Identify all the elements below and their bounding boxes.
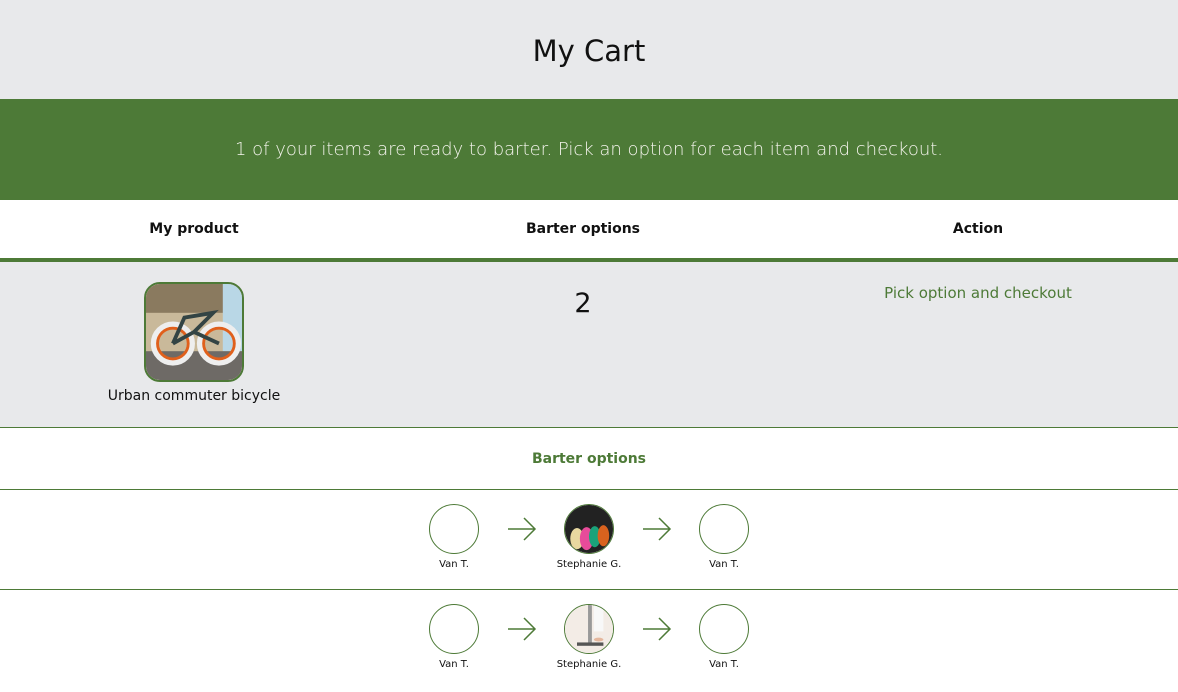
barter-participant: Van T.	[409, 504, 499, 570]
arrow-right-icon	[634, 504, 679, 554]
page-header: My Cart	[0, 0, 1178, 99]
barter-participant: Stephanie G.	[544, 504, 634, 570]
participant-name: Van T.	[709, 659, 739, 670]
column-header-product: My product	[149, 221, 239, 237]
pick-option-checkout-link[interactable]: Pick option and checkout	[778, 262, 1178, 427]
participant-name: Van T.	[439, 559, 469, 570]
column-header-action: Action	[952, 221, 1004, 237]
table-header: My product Barter options Action	[0, 200, 1178, 262]
participant-name: Van T.	[709, 559, 739, 570]
participant-name: Van T.	[439, 659, 469, 670]
barter-options-title: Barter options	[0, 428, 1178, 490]
barter-participant: Van T.	[679, 504, 769, 570]
ready-banner: 1 of your items are ready to barter. Pic…	[0, 99, 1178, 200]
arrow-right-icon	[499, 604, 544, 654]
product-name: Urban commuter bicycle	[107, 388, 281, 404]
barter-participant: Stephanie G.	[544, 604, 634, 670]
barter-option-chain[interactable]: Van T. Stephanie G. Van T.	[0, 590, 1178, 690]
arrow-right-icon	[499, 504, 544, 554]
barter-option-chain[interactable]: Van T. Stephanie G. Van T.	[0, 490, 1178, 590]
participant-name: Stephanie G.	[556, 659, 622, 670]
vacuum-image	[564, 604, 614, 654]
arrow-right-icon	[634, 604, 679, 654]
guitars-image	[564, 504, 614, 554]
bicycle-image[interactable]	[144, 282, 244, 382]
table-row: Urban commuter bicycle 2 Pick option and…	[0, 262, 1178, 428]
bicycle-image	[429, 604, 479, 654]
participant-name: Stephanie G.	[556, 559, 622, 570]
bicycle-image	[429, 504, 479, 554]
barter-participant: Van T.	[409, 604, 499, 670]
banner-message: 1 of your items are ready to barter. Pic…	[234, 139, 944, 160]
page-title: My Cart	[532, 33, 646, 68]
bicycle-image	[699, 504, 749, 554]
column-header-barter-options: Barter options	[525, 221, 641, 237]
barter-options-count[interactable]: 2	[388, 262, 778, 427]
bicycle-image	[699, 604, 749, 654]
barter-participant: Van T.	[679, 604, 769, 670]
product-cell: Urban commuter bicycle	[0, 262, 388, 427]
